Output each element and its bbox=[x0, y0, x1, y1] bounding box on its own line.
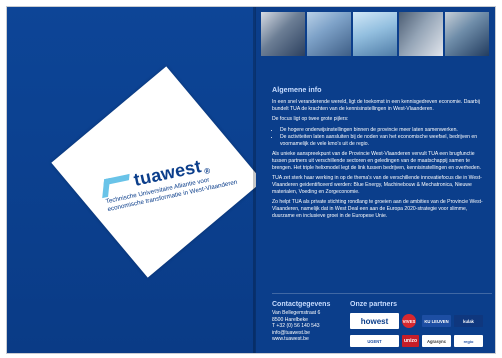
contact-title: Contactgegevens bbox=[272, 301, 331, 308]
section-divider bbox=[272, 293, 492, 294]
laboratory-photo-icon bbox=[261, 12, 305, 56]
themes-paragraph: TUA zet sterk haar werking in op de them… bbox=[272, 175, 482, 195]
ambition-paragraph: Zo helpt TUA als private stichting rondl… bbox=[272, 199, 483, 219]
brochure-page: tuawest ® Technische Universitaire Allia… bbox=[0, 0, 502, 358]
industry-photo-icon bbox=[399, 12, 443, 56]
bridge-paragraph: Als unieke aanspreekpunt van de Provinci… bbox=[272, 151, 481, 171]
regio-logo: regio bbox=[454, 335, 483, 347]
logo-sup: ® bbox=[203, 166, 212, 177]
partner-grid: howest VIVES KU LEUVEN kulak UGENT unizo… bbox=[350, 312, 483, 349]
focus-item-1: De hogere onderwijsinstellingen binnen d… bbox=[280, 127, 488, 134]
main-content: Algemene info In een snel veranderende w… bbox=[272, 61, 488, 224]
meeting-photo-icon bbox=[445, 12, 489, 56]
brochure-frame: tuawest ® Technische Universitaire Allia… bbox=[6, 6, 496, 354]
partners-title: Onze partners bbox=[350, 301, 398, 308]
kulak-logo: kulak bbox=[454, 315, 483, 327]
partners-block: Onze partners howest VIVES KU LEUVEN kul… bbox=[350, 301, 483, 349]
ugent-logo: UGENT bbox=[350, 335, 399, 347]
intro-paragraph: In een snel veranderende wereld, ligt de… bbox=[272, 99, 480, 112]
right-panel: Algemene info In een snel veranderende w… bbox=[256, 7, 495, 353]
section-heading: Algemene info bbox=[272, 85, 322, 94]
focus-item-2: De activiteiten laten aansluiten bij de … bbox=[280, 134, 488, 147]
agrasync-logo: Agrasync bbox=[422, 335, 451, 347]
howest-logo: howest bbox=[350, 313, 399, 329]
contact-block: Contactgegevens Van Bellegemstraat 6 850… bbox=[272, 301, 344, 343]
focus-list: De hogere onderwijsinstellingen binnen d… bbox=[272, 127, 488, 147]
left-panel: tuawest ® Technische Universitaire Allia… bbox=[7, 7, 263, 353]
ku-leuven-logo: KU LEUVEN bbox=[422, 315, 451, 327]
focus-intro: De focus ligt op twee grote pijlers: bbox=[272, 116, 349, 123]
office-photo-icon bbox=[307, 12, 351, 56]
contact-line-5: www.tuawest.be bbox=[272, 336, 309, 342]
unizo-logo: unizo bbox=[402, 335, 419, 347]
coastal-ship-photo-icon bbox=[353, 12, 397, 56]
vives-logo: VIVES bbox=[402, 314, 416, 328]
photo-strip bbox=[261, 12, 489, 56]
